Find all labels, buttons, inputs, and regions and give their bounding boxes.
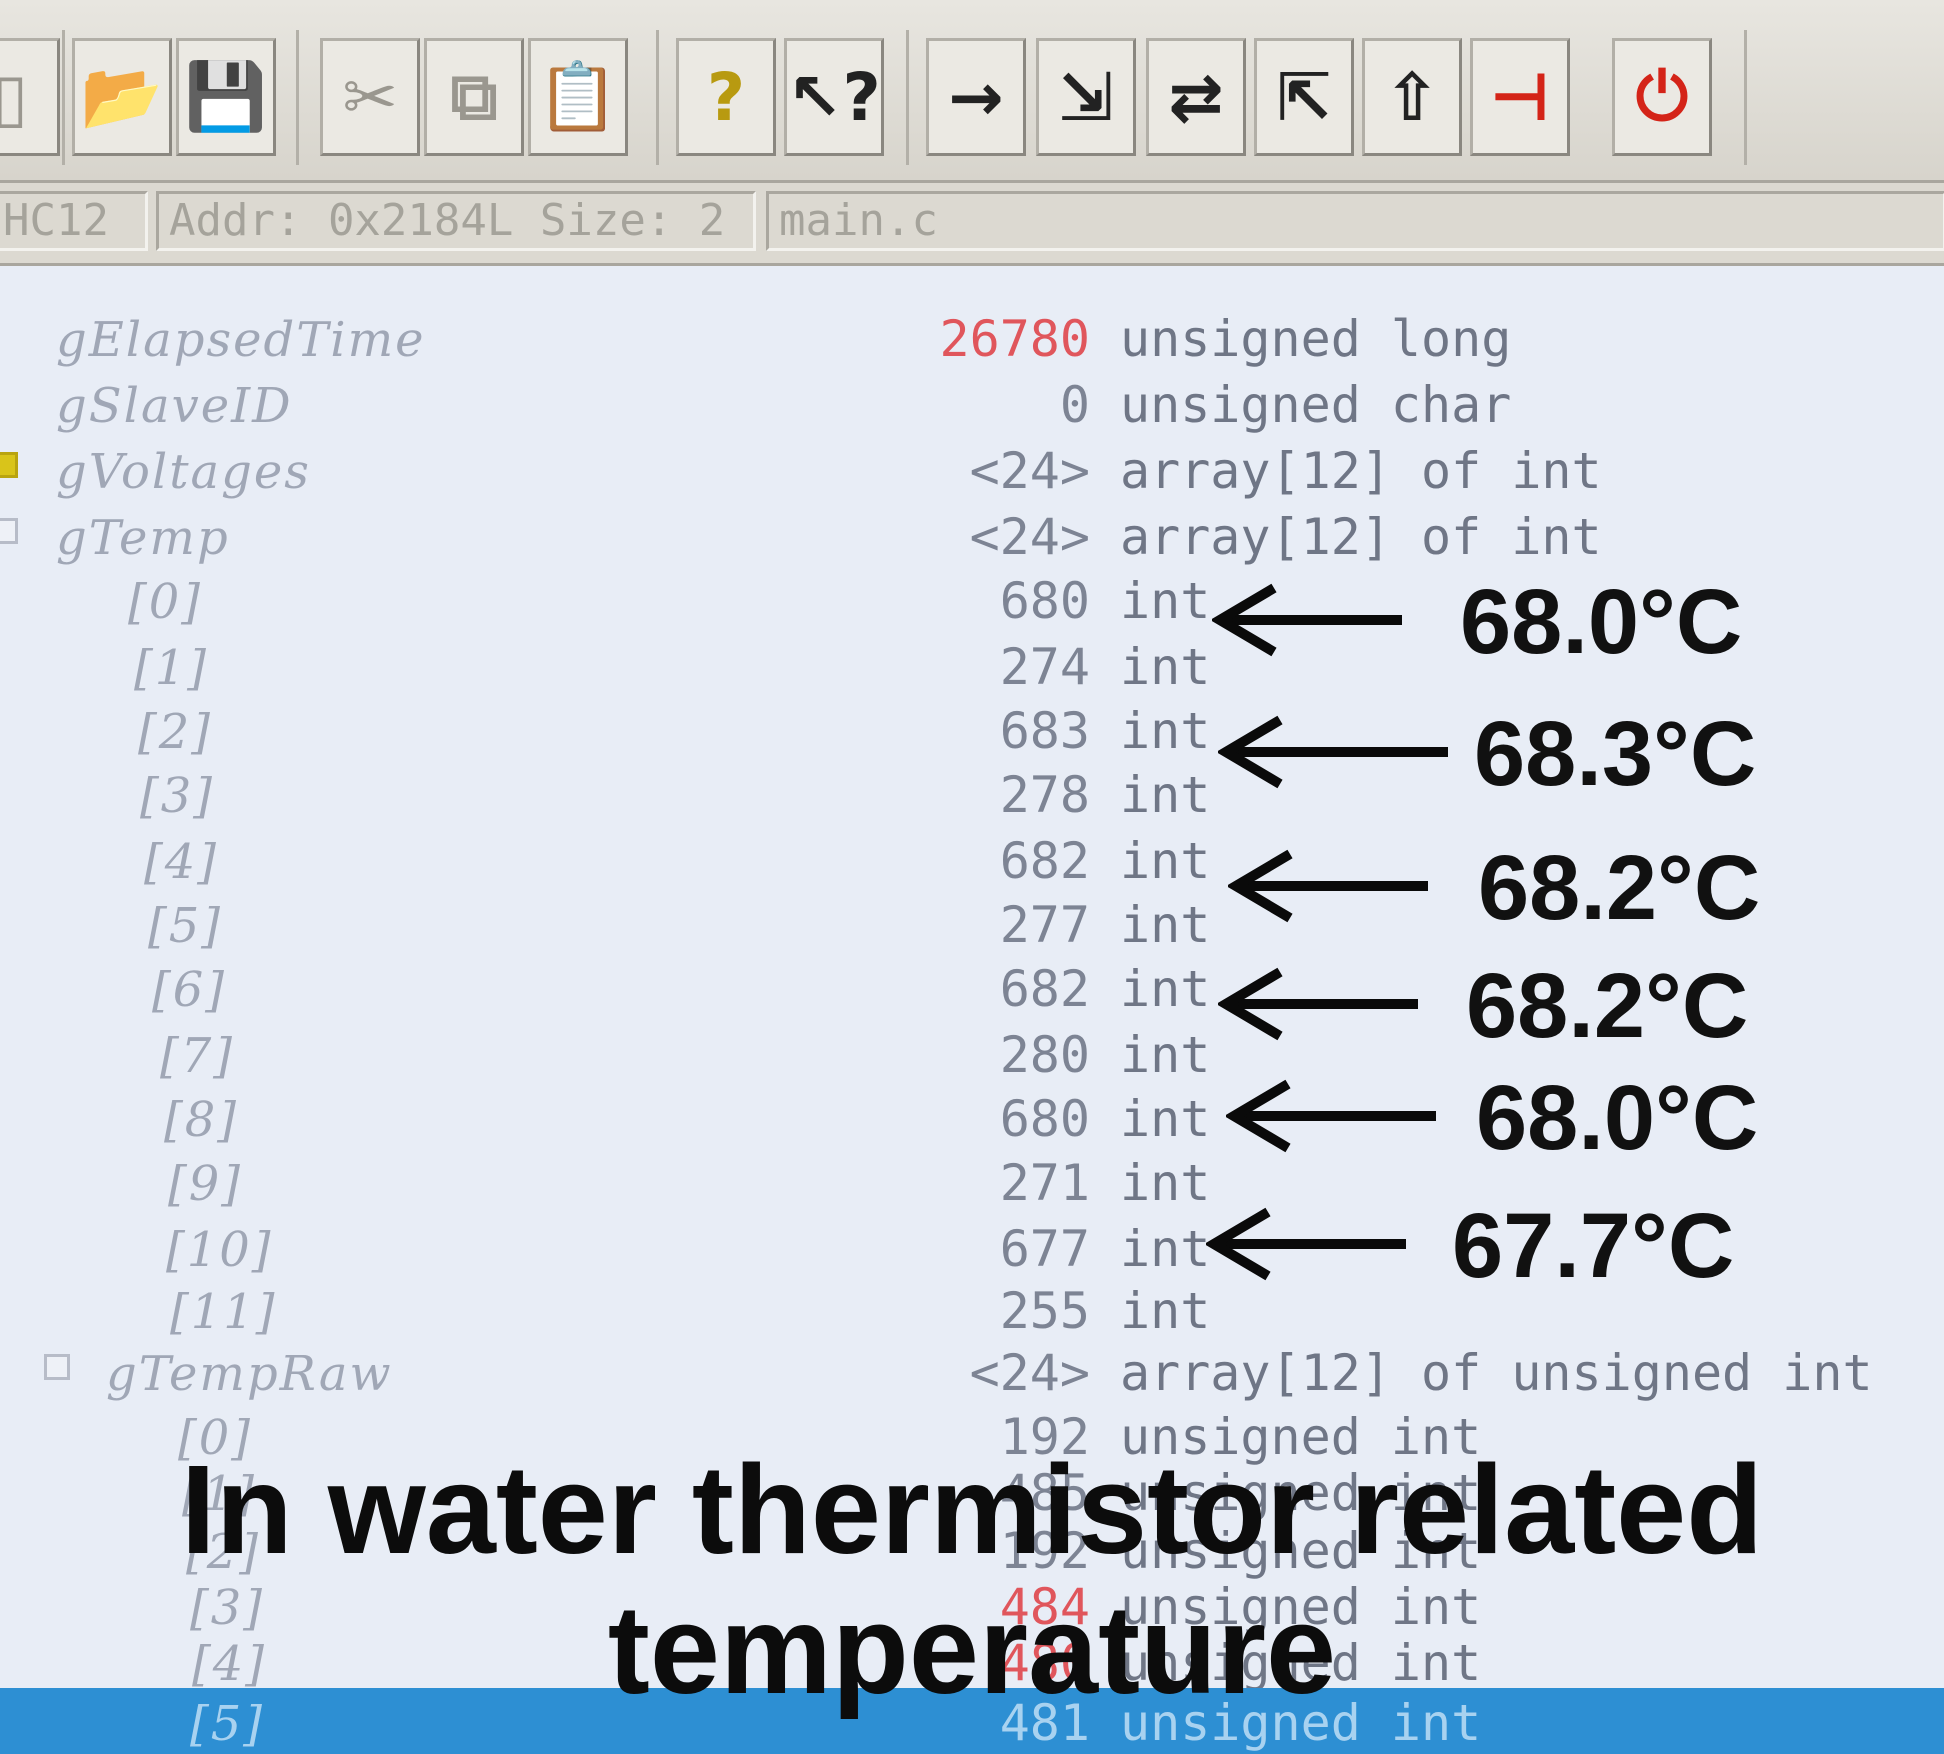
watch-variable-type: unsigned char [1120,376,1512,434]
watch-variable-type: int [1120,1282,1211,1340]
watch-row[interactable]: [4] 480 unsigned int [0,1628,1944,1694]
watch-variable-value[interactable]: 255 [0,1282,1090,1340]
paste-icon[interactable]: 📋 [528,38,628,156]
watch-variable-type: int [1120,1090,1211,1148]
open-folder-icon[interactable]: 📂 [72,38,172,156]
left-arrow-icon [1218,715,1448,789]
watch-variable-type: int [1120,638,1211,696]
watch-row[interactable]: gTempRaw <24> array[12] of unsigned int [0,1338,1944,1404]
toolbar-separator [62,30,65,165]
toolbar-separator [656,30,659,165]
watch-variable-value[interactable]: 26780 [0,310,1090,368]
status-file: main.c [766,191,1944,251]
watch-variable-value[interactable]: 271 [0,1154,1090,1212]
watch-variable-type: int [1120,1026,1211,1084]
watch-variable-type: array[12] of unsigned int [1120,1344,1873,1402]
step-into-icon[interactable]: ⇲ [1036,38,1136,156]
watch-variable-type: int [1120,896,1211,954]
left-arrow-icon [1228,849,1428,923]
watch-variable-type: int [1120,702,1211,760]
toolbar-separator [296,30,299,165]
watch-variable-type: array[12] of int [1120,442,1602,500]
watch-variable-value[interactable]: <24> [0,508,1090,566]
left-arrow-icon [1226,1079,1436,1153]
copy-icon[interactable]: ⧉ [424,38,524,156]
temperature-label: 67.7°C [1452,1195,1735,1297]
watch-variable-type: int [1120,766,1211,824]
watch-row[interactable]: gVoltages <24> array[12] of int [0,436,1944,502]
watch-variable-value[interactable]: 481 [0,1694,1090,1752]
temperature-label: 68.2°C [1478,837,1761,939]
step-up-icon[interactable]: ⇧ [1362,38,1462,156]
watch-variable-value[interactable]: 0 [0,376,1090,434]
watch-variable-value[interactable]: <24> [0,1344,1090,1402]
watch-row[interactable]: [5] 481 unsigned int [0,1688,1944,1754]
watch-variable-value[interactable]: 680 [0,1090,1090,1148]
watch-row[interactable]: gTemp <24> array[12] of int [0,502,1944,568]
watch-variable-type: int [1120,832,1211,890]
status-address: Addr: 0x2184L Size: 2 [156,191,756,251]
watch-variable-type: unsigned int [1120,1694,1482,1752]
left-arrow-icon [1212,583,1402,657]
reset-icon[interactable]: ⏻ [1612,38,1712,156]
step-over-icon[interactable]: ⇄ [1146,38,1246,156]
watch-variable-type: int [1120,1220,1211,1278]
help-icon[interactable]: ? [676,38,776,156]
watch-variable-value[interactable]: 682 [0,832,1090,890]
watch-variable-type: unsigned int [1120,1634,1482,1692]
watch-variable-value[interactable]: 480 [0,1634,1090,1692]
go-icon[interactable]: → [926,38,1026,156]
temperature-label: 68.0°C [1476,1067,1759,1169]
watch-variable-type: int [1120,1154,1211,1212]
left-arrow-icon [1206,1207,1406,1281]
left-arrow-icon [1218,967,1418,1041]
watch-variable-type: int [1120,572,1211,630]
watch-variable-value[interactable]: 274 [0,638,1090,696]
context-help-icon[interactable]: ↖? [784,38,884,156]
toolbar-separator [906,30,909,165]
save-disk-icon[interactable]: 💾 [176,38,276,156]
watch-variable-value[interactable]: 677 [0,1220,1090,1278]
cut-icon[interactable]: ✂ [320,38,420,156]
status-bar: HC12 Addr: 0x2184L Size: 2 main.c [0,183,1944,266]
watch-variable-value[interactable]: 485 [0,1464,1090,1522]
watch-variable-value[interactable]: 683 [0,702,1090,760]
new-file-icon[interactable]: ▯ [0,38,60,156]
watch-row[interactable]: gElapsedTime 26780 unsigned long [0,304,1944,370]
watch-variable-type: unsigned long [1120,310,1512,368]
watch-variable-value[interactable]: 277 [0,896,1090,954]
watch-variable-value[interactable]: 280 [0,1026,1090,1084]
temperature-label: 68.0°C [1460,571,1743,673]
watch-variable-type: array[12] of int [1120,508,1602,566]
watch-row[interactable]: gSlaveID 0 unsigned char [0,370,1944,436]
watch-variable-value[interactable]: 680 [0,572,1090,630]
temperature-label: 68.2°C [1466,955,1749,1057]
watch-variable-value[interactable]: 682 [0,960,1090,1018]
toolbar: ▯ 📂 💾 ✂ ⧉ 📋 ? ↖? → ⇲ ⇄ ⇱ ⇧ ⊣ ⏻ [0,0,1944,183]
status-symbol: HC12 [0,191,148,251]
watch-variable-value[interactable]: 278 [0,766,1090,824]
watch-row[interactable]: [1] 485 unsigned int [0,1458,1944,1524]
step-out-icon[interactable]: ⇱ [1254,38,1354,156]
watch-variable-type: int [1120,960,1211,1018]
watch-variable-type: unsigned int [1120,1464,1482,1522]
temperature-label: 68.3°C [1474,703,1757,805]
run-to-cursor-icon[interactable]: ⊣ [1470,38,1570,156]
watch-variable-value[interactable]: <24> [0,442,1090,500]
toolbar-separator [1744,30,1747,165]
